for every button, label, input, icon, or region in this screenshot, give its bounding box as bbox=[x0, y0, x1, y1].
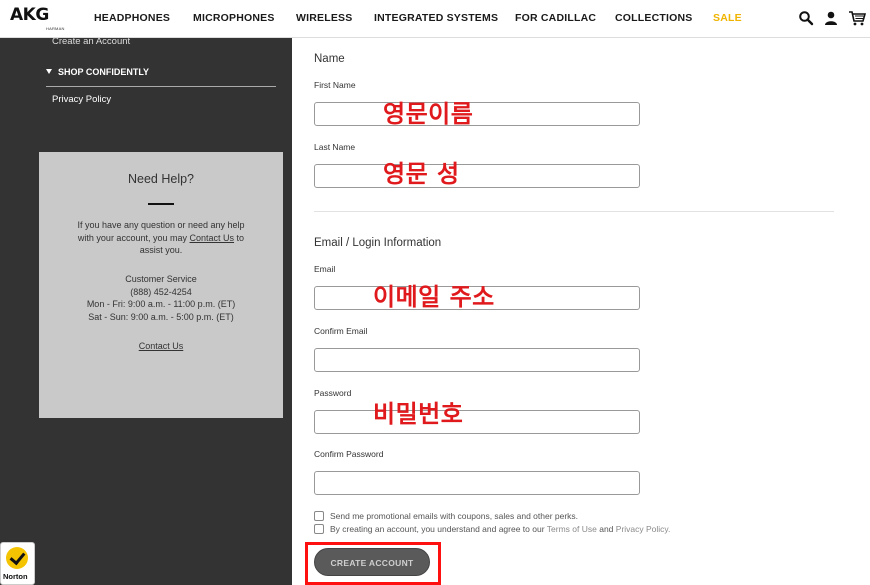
login-section-title: Email / Login Information bbox=[314, 237, 442, 249]
norton-badge[interactable]: Norton bbox=[0, 542, 35, 585]
need-help-text: If you have any question or need any hel… bbox=[69, 219, 253, 257]
norton-check-icon bbox=[6, 547, 28, 569]
terms-text: By creating an account, you understand a… bbox=[330, 524, 545, 534]
customer-service-hours-weekday: Mon - Fri: 9:00 a.m. - 11:00 p.m. (ET) bbox=[86, 299, 236, 309]
customer-service-info: Customer Service (888) 452-4254 Mon - Fr… bbox=[39, 273, 283, 323]
form-divider bbox=[314, 211, 834, 212]
sidebar-link-privacy-policy[interactable]: Privacy Policy bbox=[52, 94, 111, 105]
privacy-policy-link[interactable]: Privacy Policy. bbox=[616, 524, 671, 534]
account-sidebar: Create an Account SHOP CONFIDENTLY Priva… bbox=[0, 36, 292, 585]
site-header: AKG HARMAN HEADPHONES MICROPHONES WIRELE… bbox=[0, 0, 870, 38]
password-input[interactable] bbox=[314, 410, 640, 434]
sidebar-link-create-account[interactable]: Create an Account bbox=[52, 36, 130, 47]
norton-label: Norton bbox=[3, 572, 28, 581]
account-icon[interactable] bbox=[823, 10, 839, 26]
customer-service-title: Customer Service bbox=[125, 274, 197, 284]
nav-headphones[interactable]: HEADPHONES bbox=[94, 12, 170, 24]
nav-for-cadillac[interactable]: FOR CADILLAC bbox=[515, 12, 596, 24]
confirm-email-label: Confirm Email bbox=[314, 326, 368, 336]
promo-optin-row: Send me promotional emails with coupons,… bbox=[314, 511, 578, 521]
logo-text: AKG bbox=[10, 5, 49, 25]
nav-integrated-systems[interactable]: INTEGRATED SYSTEMS bbox=[374, 12, 498, 24]
cart-icon[interactable] bbox=[848, 10, 867, 26]
terms-checkbox[interactable] bbox=[314, 524, 324, 534]
confirm-password-label: Confirm Password bbox=[314, 449, 384, 459]
search-icon[interactable] bbox=[798, 10, 814, 26]
last-name-annotation: 영문 성 bbox=[383, 160, 460, 188]
need-help-rule bbox=[148, 203, 174, 205]
last-name-label: Last Name bbox=[314, 142, 356, 152]
confirm-email-input[interactable] bbox=[314, 348, 640, 372]
terms-row: By creating an account, you understand a… bbox=[314, 524, 670, 534]
help-contact-link[interactable]: Contact Us bbox=[39, 341, 283, 351]
confirm-password-input[interactable] bbox=[314, 471, 640, 495]
sidebar-divider bbox=[46, 86, 276, 87]
logo-subtext: HARMAN bbox=[46, 26, 65, 31]
create-account-form: Name First Name 영문이름 Last Name 영문 성 Emai… bbox=[292, 38, 870, 585]
need-help-title: Need Help? bbox=[127, 172, 194, 186]
promo-checkbox[interactable] bbox=[314, 511, 324, 521]
customer-service-phone: (888) 452-4254 bbox=[130, 286, 192, 297]
terms-and-text: and bbox=[599, 524, 614, 534]
need-help-panel: Need Help? If you have any question or n… bbox=[39, 152, 283, 418]
email-label: Email bbox=[314, 264, 336, 274]
nav-collections[interactable]: COLLECTIONS bbox=[615, 12, 692, 24]
triangle-down-icon bbox=[46, 69, 52, 74]
email-annotation: 이메일 주소 bbox=[373, 283, 495, 311]
first-name-input[interactable] bbox=[314, 102, 640, 126]
customer-service-hours-weekend: Sat - Sun: 9:00 a.m. - 5:00 p.m. (ET) bbox=[88, 311, 234, 322]
terms-of-use-link[interactable]: Terms of Use bbox=[547, 524, 597, 534]
shop-confidently-label: SHOP CONFIDENTLY bbox=[58, 67, 150, 77]
first-name-annotation: 영문이름 bbox=[383, 100, 474, 128]
last-name-input[interactable] bbox=[314, 164, 640, 188]
create-account-button[interactable]: CREATE ACCOUNT bbox=[314, 548, 430, 576]
first-name-label: First Name bbox=[314, 80, 356, 90]
nav-wireless[interactable]: WIRELESS bbox=[296, 12, 352, 24]
password-label: Password bbox=[314, 388, 352, 398]
promo-text: Send me promotional emails with coupons,… bbox=[330, 511, 579, 521]
password-annotation: 비밀번호 bbox=[373, 400, 464, 428]
akg-logo[interactable]: AKG HARMAN bbox=[10, 5, 64, 32]
nav-microphones[interactable]: MICROPHONES bbox=[193, 12, 275, 24]
shop-confidently-toggle[interactable]: SHOP CONFIDENTLY bbox=[46, 67, 149, 77]
nav-sale[interactable]: SALE bbox=[713, 12, 742, 24]
name-section-title: Name bbox=[314, 53, 345, 65]
help-contact-inline-link[interactable]: Contact Us bbox=[190, 233, 235, 243]
